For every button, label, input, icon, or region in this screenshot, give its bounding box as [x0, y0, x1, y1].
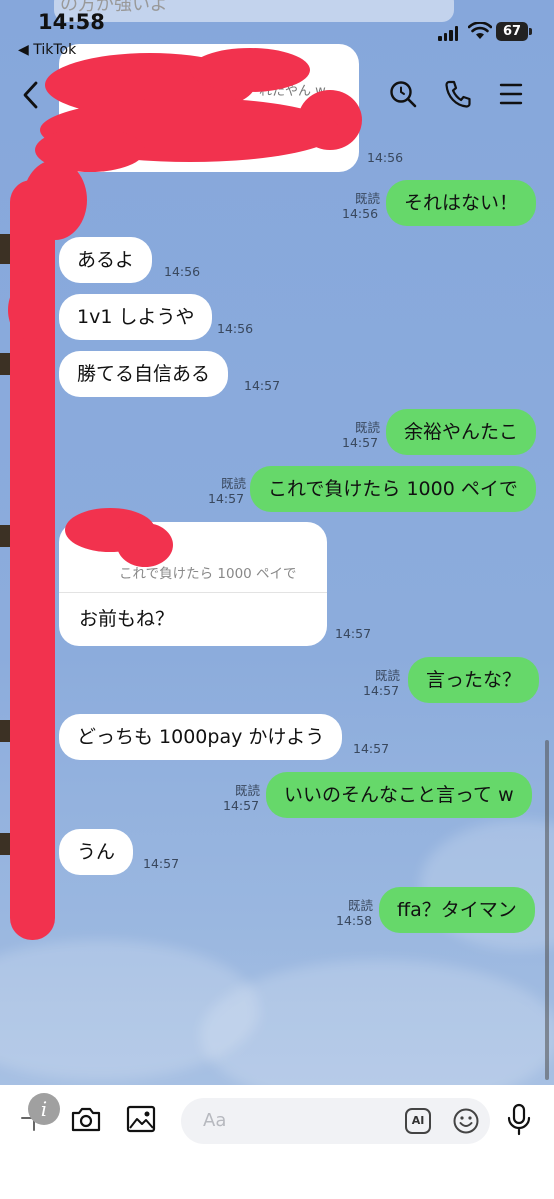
back-to-app-link[interactable]: ◀ TikTok	[18, 42, 76, 58]
message-time: 14:58	[336, 913, 373, 928]
message-input[interactable]: Aa AI	[181, 1098, 490, 1144]
outgoing-message[interactable]: これで負けたら 1000 ペイで	[250, 466, 536, 512]
read-receipt: 既読	[374, 668, 400, 683]
scrollbar[interactable]	[545, 740, 549, 1080]
search-icon[interactable]	[388, 79, 418, 109]
message-time: 14:57	[342, 435, 379, 450]
status-time: 14:58	[38, 10, 105, 34]
outgoing-message[interactable]: いいのそんなこと言って w	[266, 772, 532, 818]
avatar[interactable]	[0, 833, 24, 855]
read-receipt: 既読	[220, 476, 246, 491]
message-input-placeholder: Aa	[203, 1110, 227, 1131]
image-icon[interactable]	[126, 1105, 156, 1133]
message-time: 14:57	[208, 491, 245, 506]
message-time: 14:56	[342, 206, 379, 221]
outgoing-message[interactable]: 言ったな？	[408, 657, 540, 703]
avatar[interactable]	[0, 353, 24, 375]
message-time: 14:57	[143, 856, 180, 871]
ai-icon[interactable]: AI	[405, 1108, 431, 1134]
message-time: 14:57	[244, 378, 281, 393]
read-receipt: 既読	[234, 783, 260, 798]
back-arrow-icon[interactable]	[20, 80, 42, 110]
message-input-bar: i Aa AI	[0, 1085, 554, 1199]
outgoing-message[interactable]: 余裕やんたこ	[386, 409, 537, 455]
info-icon[interactable]: i	[28, 1093, 60, 1125]
message-time: 14:57	[353, 741, 390, 756]
status-bar: 14:58 67	[0, 0, 554, 44]
reply-quote-text: これで負けたら 1000 ペイで	[119, 566, 297, 582]
microphone-icon[interactable]	[506, 1103, 532, 1137]
incoming-message[interactable]: うん	[59, 829, 134, 875]
emoji-icon[interactable]	[452, 1107, 480, 1135]
outgoing-message[interactable]: ffa？タイマン	[379, 887, 535, 933]
camera-icon[interactable]	[70, 1105, 102, 1133]
reply-message-card[interactable]: これで負けたら 1000 ペイで お前もね？	[59, 522, 327, 646]
incoming-message[interactable]: 勝てる自信ある	[59, 351, 229, 397]
message-time: 14:57	[363, 683, 400, 698]
avatar[interactable]	[0, 720, 24, 742]
reply-divider	[59, 592, 327, 593]
message-time: 14:56	[164, 264, 201, 279]
menu-icon[interactable]	[499, 82, 523, 106]
incoming-message[interactable]: 1v1 しようや	[59, 294, 213, 340]
signal-icon	[438, 25, 458, 41]
message-time: 14:57	[335, 626, 372, 641]
battery-icon: 67	[496, 22, 532, 41]
incoming-message[interactable]: どっちも 1000pay かけよう	[59, 714, 343, 760]
message-time: 14:56	[217, 321, 254, 336]
previous-quote: れたやん w	[259, 84, 326, 99]
phone-call-icon[interactable]	[444, 79, 472, 109]
incoming-message[interactable]: あるよ	[59, 237, 153, 283]
previous-message-bubble[interactable]: れたやん w	[59, 44, 359, 172]
wifi-icon	[468, 22, 492, 39]
read-receipt: 既読	[347, 898, 373, 913]
message-time: 14:56	[367, 150, 404, 165]
reply-message-text: お前もね？	[79, 608, 175, 630]
message-time: 14:57	[223, 798, 260, 813]
read-receipt: 既読	[354, 420, 380, 435]
outgoing-message[interactable]: それはない！	[386, 180, 537, 226]
avatar[interactable]	[0, 525, 24, 547]
read-receipt: 既読	[354, 191, 380, 206]
